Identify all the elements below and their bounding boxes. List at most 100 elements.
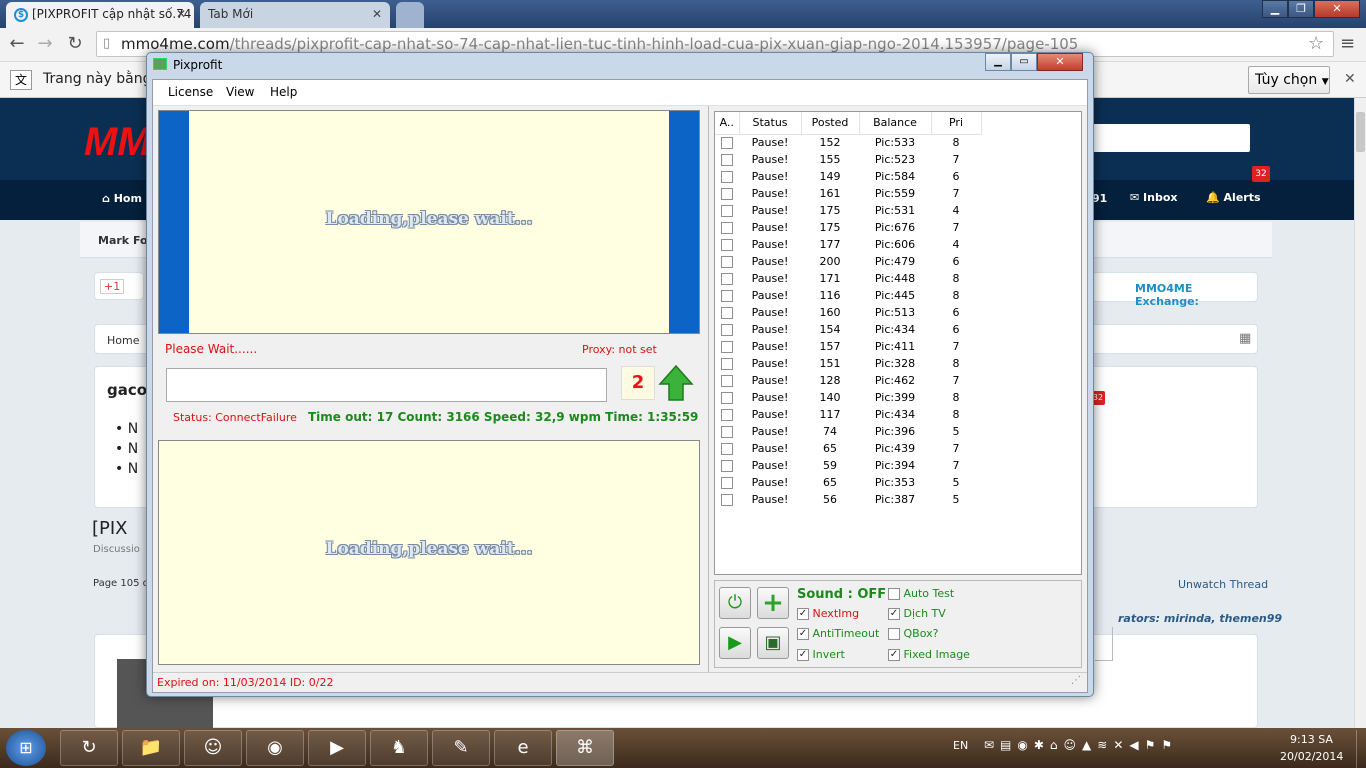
table-row[interactable]: Pause! 175 Pic:531 4	[715, 202, 981, 219]
mark-forums-read-link[interactable]: Mark Fo	[98, 234, 148, 247]
table-row[interactable]: Pause! 116 Pic:445 8	[715, 287, 981, 304]
tray-icons[interactable]: ✉▤◉✱⌂☺▲≋✕◀⚑⚑	[984, 738, 1178, 752]
table-row[interactable]: Pause! 177 Pic:606 4	[715, 236, 981, 253]
checkbox-icon[interactable]	[721, 494, 733, 506]
option-autotest[interactable]: Auto Test	[888, 587, 954, 600]
checkbox-icon[interactable]	[721, 460, 733, 472]
clock-time[interactable]: 9:13 SA	[1290, 733, 1333, 746]
app-close-icon[interactable]: ✕	[1037, 53, 1083, 71]
table-row[interactable]: Pause! 154 Pic:434 6	[715, 321, 981, 338]
checkbox-icon[interactable]	[721, 256, 733, 268]
scrollbar-thumb[interactable]	[1356, 112, 1365, 152]
table-row[interactable]: Pause! 128 Pic:462 7	[715, 372, 981, 389]
checkbox-icon[interactable]	[721, 188, 733, 200]
menu-help[interactable]: Help	[270, 85, 297, 99]
maximize-window-icon[interactable]: ❐	[1288, 0, 1314, 18]
table-row[interactable]: Pause! 157 Pic:411 7	[715, 338, 981, 355]
power-button[interactable]: ⏻	[719, 587, 751, 619]
media-player-icon[interactable]: ▶	[308, 730, 366, 766]
col-pri[interactable]: Pri	[931, 112, 982, 135]
new-tab-button[interactable]	[396, 2, 424, 28]
table-row[interactable]: Pause! 65 Pic:353 5	[715, 474, 981, 491]
option-nextimg[interactable]: ✓ NextImg	[797, 607, 859, 620]
table-row[interactable]: Pause! 117 Pic:434 8	[715, 406, 981, 423]
col-balance[interactable]: Balance	[859, 112, 932, 135]
checkbox-icon[interactable]	[721, 290, 733, 302]
image-button[interactable]: ▣	[757, 627, 789, 659]
checkbox-icon[interactable]	[721, 392, 733, 404]
splitter[interactable]	[708, 106, 709, 672]
table-row[interactable]: Pause! 65 Pic:439 7	[715, 440, 981, 457]
bookmark-star-icon[interactable]: ☆	[1308, 33, 1324, 54]
option-fixedimage[interactable]: ✓ Fixed Image	[888, 648, 970, 661]
checkbox-icon[interactable]	[721, 426, 733, 438]
up-arrow-icon[interactable]	[658, 364, 694, 402]
option-dichtv[interactable]: ✓ Dịch TV	[888, 607, 946, 620]
menu-icon[interactable]: ≡	[1340, 33, 1355, 54]
nav-inbox[interactable]: ✉ Inbox	[1130, 191, 1178, 204]
table-row[interactable]: Pause! 74 Pic:396 5	[715, 423, 981, 440]
gplus-button[interactable]: +1	[94, 272, 144, 300]
table-row[interactable]: Pause! 200 Pic:479 6	[715, 253, 981, 270]
checkbox-icon[interactable]	[721, 154, 733, 166]
show-desktop-button[interactable]	[1356, 730, 1366, 768]
exchange-link[interactable]: MMO4ME Exchange:	[1135, 282, 1257, 308]
taskbar-app-icon[interactable]: ↻	[60, 730, 118, 766]
table-row[interactable]: Pause! 171 Pic:448 8	[715, 270, 981, 287]
reload-icon[interactable]: ↻	[64, 34, 86, 56]
notes-icon[interactable]: ✎	[432, 730, 490, 766]
checkbox-icon[interactable]	[721, 307, 733, 319]
table-row[interactable]: Pause! 151 Pic:328 8	[715, 355, 981, 372]
language-indicator[interactable]: EN	[953, 739, 968, 752]
close-icon[interactable]: ✕	[1344, 71, 1356, 87]
table-row[interactable]: Pause! 56 Pic:387 5	[715, 491, 981, 508]
col-status[interactable]: Status	[739, 112, 802, 135]
checkbox-icon[interactable]	[721, 443, 733, 455]
table-row[interactable]: Pause! 175 Pic:676 7	[715, 219, 981, 236]
add-button[interactable]: +	[757, 587, 789, 619]
checkbox-icon[interactable]	[721, 341, 733, 353]
ie-icon[interactable]: e	[494, 730, 552, 766]
table-row[interactable]: Pause! 161 Pic:559 7	[715, 185, 981, 202]
options-dropdown[interactable]: Tùy chọn ▼	[1248, 66, 1330, 94]
code-app-icon[interactable]: ⌘	[556, 730, 614, 766]
checkbox-icon[interactable]	[721, 324, 733, 336]
breadcrumb-home[interactable]: Home	[107, 334, 139, 347]
captcha-input[interactable]	[166, 368, 607, 402]
checkbox-icon[interactable]	[721, 222, 733, 234]
chrome-icon[interactable]: ◉	[246, 730, 304, 766]
table-row[interactable]: Pause! 152 Pic:533 8	[715, 134, 981, 151]
checkbox-icon[interactable]	[721, 205, 733, 217]
forward-icon[interactable]: →	[34, 34, 56, 56]
site-search-input[interactable]	[1090, 124, 1250, 152]
table-row[interactable]: Pause! 149 Pic:584 6	[715, 168, 981, 185]
option-antitimeout[interactable]: ✓ AntiTimeout	[797, 627, 879, 640]
checkbox-icon[interactable]	[721, 477, 733, 489]
col-posted[interactable]: Posted	[801, 112, 860, 135]
menu-license[interactable]: License	[168, 85, 213, 99]
app-minimize-icon[interactable]: ▁	[985, 53, 1011, 71]
checkbox-icon[interactable]	[721, 273, 733, 285]
checkbox-icon[interactable]	[721, 239, 733, 251]
minimize-window-icon[interactable]: ▁	[1262, 0, 1288, 18]
calendar-icon[interactable]: ▦	[1239, 331, 1251, 346]
back-icon[interactable]: ←	[6, 34, 28, 56]
option-qbox[interactable]: QBox?	[888, 627, 938, 640]
browser-tab-active[interactable]: $ [PIXPROFIT cập nhật số.74 ✕	[6, 2, 194, 28]
option-invert[interactable]: ✓ Invert	[797, 648, 845, 661]
app-maximize-icon[interactable]: ▭	[1011, 53, 1037, 71]
checkbox-icon[interactable]	[721, 171, 733, 183]
page-scrollbar[interactable]	[1354, 98, 1366, 728]
nav-alerts[interactable]: 🔔 Alerts	[1206, 191, 1261, 204]
folder-icon[interactable]: 📁	[122, 730, 180, 766]
clock-date[interactable]: 20/02/2014	[1280, 750, 1343, 763]
close-tab-icon[interactable]: ✕	[372, 2, 382, 26]
play-button[interactable]: ▶	[719, 627, 751, 659]
game-icon[interactable]: ♞	[370, 730, 428, 766]
messenger-icon[interactable]: ☺	[184, 730, 242, 766]
table-row[interactable]: Pause! 155 Pic:523 7	[715, 151, 981, 168]
table-row[interactable]: Pause! 160 Pic:513 6	[715, 304, 981, 321]
checkbox-icon[interactable]	[721, 358, 733, 370]
table-row[interactable]: Pause! 59 Pic:394 7	[715, 457, 981, 474]
menu-view[interactable]: View	[226, 85, 254, 99]
